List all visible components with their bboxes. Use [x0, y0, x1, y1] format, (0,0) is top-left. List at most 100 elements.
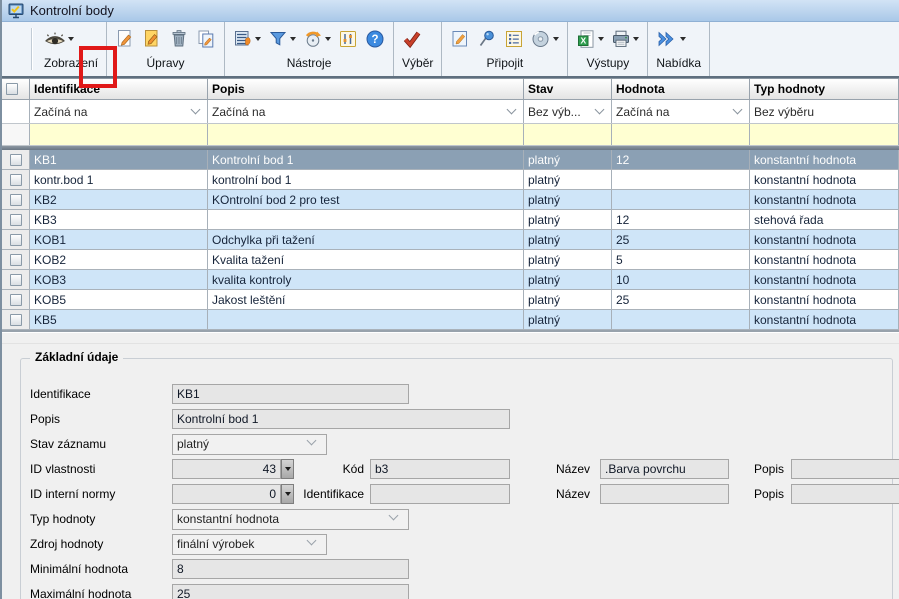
table-row[interactable]: KOB2 Kvalita tažení platný 5 konstantní …	[2, 250, 899, 270]
row-checkbox[interactable]	[10, 254, 22, 266]
table-row[interactable]: KOB5 Jakost leštění platný 25 konstantní…	[2, 290, 899, 310]
nazev-normy-field	[600, 484, 729, 504]
chevron-down-icon[interactable]	[325, 37, 331, 41]
row-checkbox[interactable]	[10, 174, 22, 186]
chevron-down-icon[interactable]	[598, 37, 604, 41]
new-record-button[interactable]	[115, 29, 135, 49]
row-checkbox[interactable]	[10, 154, 22, 166]
chevron-down-icon	[307, 536, 317, 546]
filter-select-typ[interactable]: Bez výběru	[750, 100, 899, 123]
excel-icon: X	[576, 29, 596, 49]
chevron-down-icon[interactable]	[553, 37, 559, 41]
select-all-cell[interactable]	[2, 79, 30, 99]
filter-input-popis[interactable]	[208, 124, 524, 145]
copy-icon	[196, 29, 216, 49]
splitter[interactable]	[2, 332, 899, 344]
column-header-hodnota[interactable]: Hodnota	[612, 79, 750, 99]
attach-note-button[interactable]	[450, 29, 470, 49]
toolbar-group-label: Připojit	[450, 54, 559, 73]
field-label: Minimální hodnota	[30, 562, 128, 576]
filter-select-identifikace[interactable]: Začíná na	[30, 100, 208, 123]
typ-hodnoty-select[interactable]: konstantní hodnota	[172, 509, 409, 530]
records-grid: Identifikace Popis Stav Hodnota Typ hodn…	[2, 78, 899, 332]
filter-input-identifikace[interactable]	[30, 124, 208, 145]
popis-normy-field	[791, 484, 899, 504]
filter-select-popis[interactable]: Začíná na	[208, 100, 524, 123]
toolbar-group-nastroje: ? Nástroje	[225, 22, 394, 76]
window-monitor-icon	[8, 3, 24, 19]
print-button[interactable]	[611, 29, 639, 49]
attach-list-button[interactable]	[504, 29, 524, 49]
sort-button[interactable]	[233, 29, 261, 49]
nazev-vlastnosti-field: .Barva povrchu	[600, 459, 729, 479]
export-excel-button[interactable]: X	[576, 29, 604, 49]
menu-button[interactable]	[656, 30, 686, 48]
field-label: ID interní normy	[30, 487, 115, 501]
filter-input-hodnota[interactable]	[612, 124, 750, 145]
pushpin-icon	[477, 29, 497, 49]
refresh-button[interactable]	[303, 29, 331, 49]
chevron-down-icon	[507, 105, 517, 115]
id-vlastnosti-lookup-button[interactable]	[281, 459, 294, 479]
funnel-icon	[268, 29, 288, 49]
table-row[interactable]: kontr.bod 1 kontrolní bod 1 platný konst…	[2, 170, 899, 190]
row-checkbox[interactable]	[10, 294, 22, 306]
window-title: Kontrolní body	[30, 3, 114, 18]
chevron-down-icon	[733, 105, 743, 115]
column-header-identifikace[interactable]: Identifikace	[30, 79, 208, 99]
chevron-down-icon[interactable]	[290, 37, 296, 41]
stav-zaznamu-select[interactable]: platný	[172, 434, 327, 455]
identifikace-normy-field	[370, 484, 510, 504]
row-checkbox[interactable]	[10, 314, 22, 326]
svg-text:X: X	[581, 36, 587, 46]
table-row[interactable]: KOB1 Odchylka při tažení platný 25 konst…	[2, 230, 899, 250]
chevron-down-icon[interactable]	[680, 37, 686, 41]
attach-pin-button[interactable]	[477, 29, 497, 49]
table-row[interactable]: KB2 KOntrolní bod 2 pro test platný kons…	[2, 190, 899, 210]
checkmark-icon	[402, 29, 422, 49]
filter-input-stav[interactable]	[524, 124, 612, 145]
form-row-min-hodnota: Minimální hodnota 8	[2, 559, 899, 579]
copy-record-button[interactable]	[196, 29, 216, 49]
filter-select-hodnota[interactable]: Začíná na	[612, 100, 750, 123]
filter-input-typ[interactable]	[750, 124, 899, 145]
row-checkbox[interactable]	[10, 214, 22, 226]
view-button[interactable]	[44, 31, 74, 48]
form-row-identifikace: Identifikace KB1	[2, 384, 899, 404]
edit-document-icon	[142, 29, 162, 49]
zdroj-hodnoty-select[interactable]: finální výrobek	[172, 534, 327, 555]
field-label: Popis	[30, 412, 60, 426]
chevron-down-icon[interactable]	[68, 37, 74, 41]
table-row[interactable]: KB5 platný konstantní hodnota	[2, 310, 899, 330]
chevron-down-icon[interactable]	[255, 37, 261, 41]
toolbar-group-vyber: Výběr	[394, 22, 442, 76]
field-label: Typ hodnoty	[30, 512, 95, 526]
row-checkbox[interactable]	[10, 274, 22, 286]
grid-filter-row: Začíná na Začíná na Bez výb... Začíná na…	[2, 100, 899, 124]
select-button[interactable]	[402, 29, 422, 49]
settings-key-button[interactable]	[338, 29, 358, 49]
filter-select-stav[interactable]: Bez výb...	[524, 100, 612, 123]
chevron-down-icon	[595, 105, 605, 115]
attach-media-button[interactable]	[531, 29, 559, 49]
form-row-zdroj-hodnoty: Zdroj hodnoty finální výrobek	[2, 534, 899, 554]
field-label: Popis	[744, 462, 784, 476]
table-row[interactable]: KB1 Kontrolní bod 1 platný 12 konstantní…	[2, 150, 899, 170]
row-checkbox[interactable]	[10, 234, 22, 246]
column-header-typ[interactable]: Typ hodnoty	[750, 79, 899, 99]
row-checkbox[interactable]	[10, 194, 22, 206]
list-icon	[504, 29, 524, 49]
filter-button[interactable]	[268, 29, 296, 49]
toolbar: Zobrazení	[2, 22, 899, 78]
chevron-down-icon[interactable]	[633, 37, 639, 41]
edit-record-button[interactable]	[142, 29, 162, 49]
column-header-popis[interactable]: Popis	[208, 79, 524, 99]
help-button[interactable]: ?	[365, 29, 385, 49]
delete-record-button[interactable]	[169, 29, 189, 49]
table-row[interactable]: KB3 platný 12 stehová řada	[2, 210, 899, 230]
select-all-checkbox[interactable]	[6, 83, 18, 95]
table-row[interactable]: KOB3 kvalita kontroly platný 10 konstant…	[2, 270, 899, 290]
column-header-stav[interactable]: Stav	[524, 79, 612, 99]
form-row-id-interni-normy: ID interní normy 0 Identifikace Název Po…	[2, 484, 899, 504]
eye-icon	[44, 31, 66, 48]
